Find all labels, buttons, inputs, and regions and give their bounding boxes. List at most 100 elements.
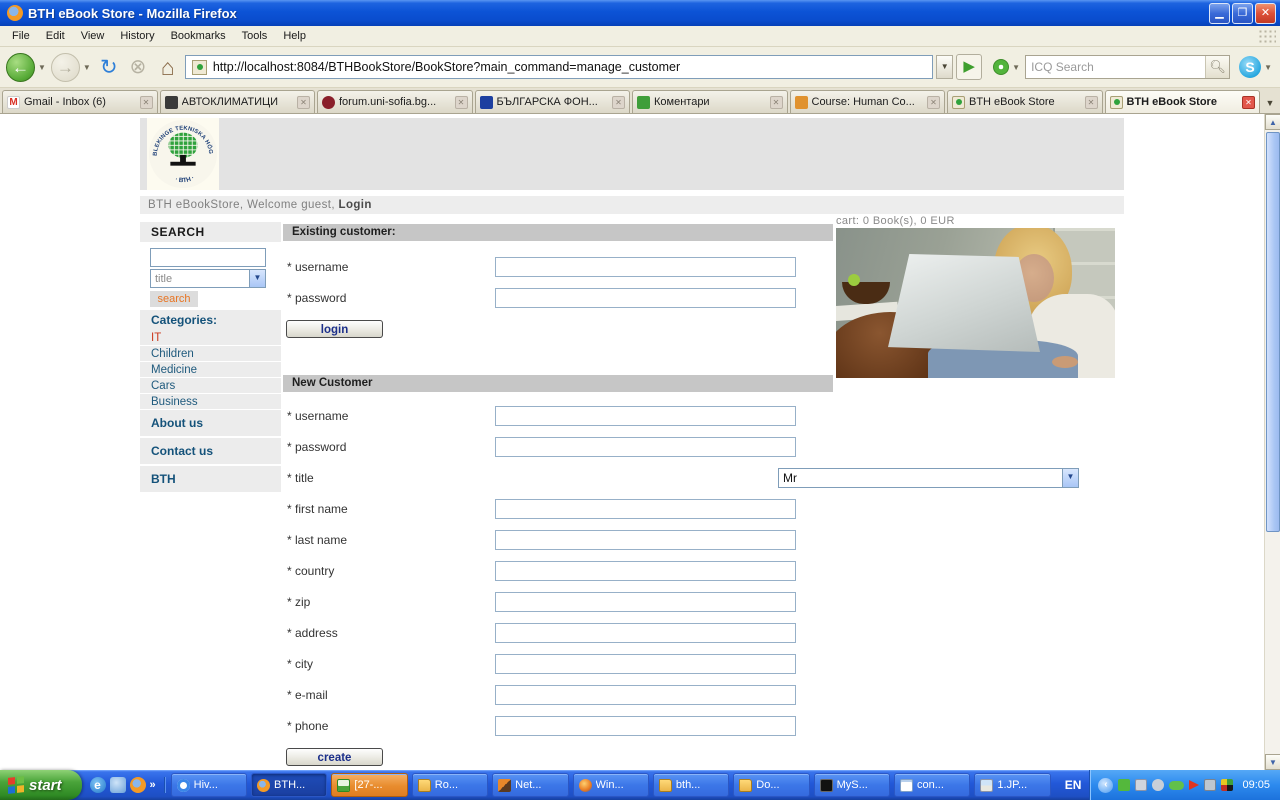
sidebar-item-medicine[interactable]: Medicine — [140, 362, 281, 378]
tab-bth-ebook-store-active[interactable]: BTH eBook Store ✕ — [1105, 90, 1261, 113]
sidebar-item-it[interactable]: IT — [140, 330, 281, 346]
scrollbar-thumb[interactable] — [1266, 132, 1280, 532]
login-button[interactable]: login — [286, 320, 383, 338]
icq-flower-icon[interactable] — [993, 59, 1009, 75]
sidebar-item-bth[interactable]: BTH — [140, 466, 281, 492]
create-button[interactable]: create — [286, 748, 383, 766]
last-name-input[interactable] — [495, 530, 796, 550]
country-input[interactable] — [495, 561, 796, 581]
tab-avtoklimatici[interactable]: АВТОКЛИМАТИЦИ ✕ — [160, 90, 316, 113]
scroll-up-arrow[interactable]: ▲ — [1265, 114, 1280, 130]
task-do-folder[interactable]: Do... — [733, 773, 809, 797]
hide-icons-chevron[interactable]: ‹ — [1098, 778, 1113, 793]
chevron-down-icon[interactable]: ▼ — [249, 270, 265, 287]
login-username-input[interactable] — [495, 257, 796, 277]
scroll-down-arrow[interactable]: ▼ — [1265, 754, 1280, 770]
forward-history-chevron-icon[interactable]: ▼ — [83, 63, 91, 72]
task-con-document[interactable]: con... — [894, 773, 970, 797]
menu-view[interactable]: View — [73, 27, 113, 45]
sidebar-search-input[interactable] — [150, 248, 266, 267]
tab-close-icon[interactable]: ✕ — [297, 96, 310, 109]
password-input[interactable] — [495, 437, 796, 457]
sidebar-item-cars[interactable]: Cars — [140, 378, 281, 394]
task-netbeans[interactable]: Net... — [492, 773, 568, 797]
minimize-button[interactable]: ▁ — [1209, 3, 1230, 24]
task-bth-folder[interactable]: bth... — [653, 773, 729, 797]
tab-close-icon[interactable]: ✕ — [770, 96, 783, 109]
url-input[interactable] — [211, 59, 930, 75]
sidebar-search-button[interactable]: search — [150, 291, 198, 307]
window-titlebar[interactable]: BTH eBook Store - Mozilla Firefox ▁ ❐ ✕ — [0, 0, 1280, 26]
quicklaunch-overflow-chevron[interactable]: » — [150, 779, 156, 791]
restore-button[interactable]: ❐ — [1232, 3, 1253, 24]
menu-bookmarks[interactable]: Bookmarks — [163, 27, 234, 45]
chevron-down-icon[interactable]: ▼ — [1062, 469, 1078, 487]
zip-input[interactable] — [495, 592, 796, 612]
internet-explorer-icon[interactable]: e — [90, 777, 106, 793]
search-icon[interactable]: 🔍︎ — [1205, 56, 1229, 78]
tab-close-icon[interactable]: ✕ — [612, 96, 625, 109]
reload-button[interactable]: ↻ — [96, 53, 122, 82]
tab-forum-uni-sofia[interactable]: forum.uni-sofia.bg... ✕ — [317, 90, 473, 113]
forward-button[interactable]: → — [51, 53, 80, 82]
task-hiv[interactable]: Hiv... — [171, 773, 247, 797]
volume-tray-icon[interactable] — [1152, 779, 1164, 791]
language-indicator[interactable]: EN — [1057, 778, 1090, 792]
sidebar-item-about-us[interactable]: About us — [140, 410, 281, 436]
title-select[interactable]: Mr ▼ — [778, 468, 1079, 488]
network-tray-icon[interactable] — [1135, 779, 1147, 791]
back-history-chevron-icon[interactable]: ▼ — [38, 63, 46, 72]
url-dropdown-button[interactable]: ▼ — [936, 55, 953, 79]
tab-close-icon[interactable]: ✕ — [140, 96, 153, 109]
flag-tray-icon[interactable] — [1189, 780, 1199, 790]
menu-tools[interactable]: Tools — [234, 27, 276, 45]
tab-close-icon[interactable]: ✕ — [1242, 96, 1255, 109]
web-search-box[interactable]: 🔍︎ — [1025, 55, 1230, 79]
sidebar-item-contact-us[interactable]: Contact us — [140, 438, 281, 464]
address-bar[interactable] — [185, 55, 933, 79]
task-mysql-console[interactable]: MyS... — [814, 773, 890, 797]
back-button[interactable]: ← — [6, 53, 35, 82]
stop-button[interactable]: ⊗ — [125, 53, 151, 82]
tab-close-icon[interactable]: ✕ — [927, 96, 940, 109]
menu-edit[interactable]: Edit — [38, 27, 73, 45]
tab-list-chevron-icon[interactable]: ▼ — [1262, 93, 1278, 113]
search-field-select[interactable]: title ▼ — [150, 269, 266, 288]
username-input[interactable] — [495, 406, 796, 426]
phone-input[interactable] — [495, 716, 796, 736]
task-27-window[interactable]: [27-... — [331, 773, 407, 797]
skype-icon[interactable]: S — [1239, 56, 1261, 78]
display-tray-icon[interactable] — [1204, 779, 1216, 791]
skype-chevron-icon[interactable]: ▼ — [1264, 63, 1272, 72]
login-link[interactable]: Login — [339, 199, 372, 211]
sidebar-item-business[interactable]: Business — [140, 394, 281, 410]
sidebar-item-children[interactable]: Children — [140, 346, 281, 362]
email-input[interactable] — [495, 685, 796, 705]
task-windows-media[interactable]: Win... — [573, 773, 649, 797]
tab-close-icon[interactable]: ✕ — [1085, 96, 1098, 109]
address-input[interactable] — [495, 623, 796, 643]
task-ro-folder[interactable]: Ro... — [412, 773, 488, 797]
outlook-express-icon[interactable] — [110, 777, 126, 793]
icq-tray-icon[interactable] — [1169, 781, 1184, 790]
menu-help[interactable]: Help — [275, 27, 314, 45]
search-engine-chevron-icon[interactable]: ▼ — [1012, 63, 1020, 72]
tab-gmail[interactable]: M Gmail - Inbox (6) ✕ — [2, 90, 158, 113]
first-name-input[interactable] — [495, 499, 796, 519]
app-grid-tray-icon[interactable] — [1221, 779, 1233, 791]
tab-bth-ebook-store[interactable]: BTH eBook Store ✕ — [947, 90, 1103, 113]
vertical-scrollbar[interactable]: ▲ ▼ — [1264, 114, 1280, 770]
home-button[interactable]: ⌂ — [154, 53, 182, 82]
close-button[interactable]: ✕ — [1255, 3, 1276, 24]
tab-komentari[interactable]: Коментари ✕ — [632, 90, 788, 113]
search-input[interactable] — [1026, 60, 1205, 74]
start-button[interactable]: start — [0, 770, 82, 800]
go-button[interactable]: ▶ — [956, 54, 982, 80]
task-1jp-image[interactable]: 1.JP... — [974, 773, 1050, 797]
tab-course-human[interactable]: Course: Human Co... ✕ — [790, 90, 946, 113]
city-input[interactable] — [495, 654, 796, 674]
task-bth-firefox[interactable]: BTH... — [251, 773, 327, 797]
tab-bulgarska-fon[interactable]: БЪЛГАРСКА ФОН... ✕ — [475, 90, 631, 113]
menu-history[interactable]: History — [112, 27, 162, 45]
login-password-input[interactable] — [495, 288, 796, 308]
